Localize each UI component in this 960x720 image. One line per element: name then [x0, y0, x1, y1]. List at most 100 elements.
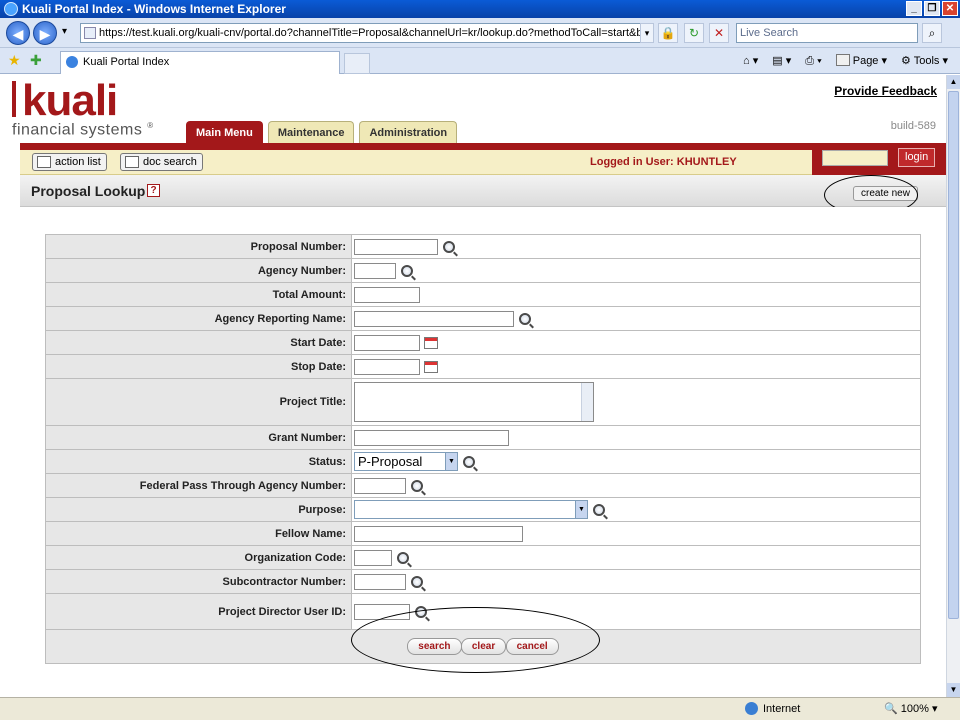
label-project-title: Project Title:	[45, 378, 352, 426]
stop-date-input[interactable]	[354, 358, 420, 375]
minimize-button[interactable]: _	[906, 1, 922, 16]
field-row-purpose: Purpose: ▼	[45, 497, 921, 522]
main-tabs: Main Menu Maintenance Administration	[186, 121, 458, 143]
grant-number-input[interactable]	[354, 429, 509, 446]
doc-search-label: doc search	[143, 156, 197, 168]
project-title-textarea[interactable]	[354, 382, 594, 422]
lookup-search-icon[interactable]	[443, 240, 455, 253]
favorites-star-icon[interactable]: ★	[8, 52, 21, 69]
logo-registered-mark: ®	[147, 121, 154, 130]
label-total-amount: Total Amount:	[45, 282, 352, 307]
cell-agency-reporting-name	[351, 306, 921, 331]
status-select[interactable]: P-Proposal ▼	[354, 452, 458, 471]
address-text: https://test.kuali.org/kuali-cnv/portal.…	[99, 27, 654, 39]
lookup-header: Proposal Lookup ? create new	[20, 175, 946, 207]
add-favorite-icon[interactable]: ✚	[30, 52, 42, 69]
agency-reporting-name-input[interactable]	[354, 310, 514, 327]
label-agency-reporting-name: Agency Reporting Name:	[45, 306, 352, 331]
cell-project-title	[351, 378, 921, 426]
refresh-icon[interactable]: ↻	[684, 23, 704, 43]
action-list-label: action list	[55, 156, 101, 168]
page-scrollbar[interactable]: ▲ ▼	[946, 75, 960, 697]
tab-main-menu[interactable]: Main Menu	[186, 121, 263, 143]
login-user-input[interactable]	[822, 150, 888, 166]
lock-icon[interactable]: 🔒	[658, 23, 678, 43]
label-agency-number: Agency Number:	[45, 258, 352, 283]
search-input[interactable]: Live Search	[736, 23, 918, 43]
history-dropdown-icon[interactable]: ▾	[62, 26, 67, 37]
user-bar: action list doc search Logged in User: K…	[20, 150, 946, 175]
window-titlebar: Kuali Portal Index - Windows Internet Ex…	[0, 0, 960, 18]
lookup-search-icon[interactable]	[411, 479, 423, 492]
tools-menu[interactable]: ⚙ Tools ▾	[901, 53, 948, 69]
lookup-search-icon[interactable]	[463, 455, 475, 468]
address-dropdown-icon[interactable]: ▾	[640, 23, 654, 43]
help-icon[interactable]: ?	[147, 184, 160, 197]
cell-stop-date	[351, 354, 921, 379]
field-row-start-date: Start Date:	[45, 330, 921, 355]
action-list-button[interactable]: action list	[32, 153, 107, 171]
address-bar-row: ◀ ▶ ▾ https://test.kuali.org/kuali-cnv/p…	[0, 18, 960, 48]
tab-maintenance[interactable]: Maintenance	[267, 121, 355, 143]
login-button[interactable]: login	[898, 148, 936, 167]
fellow-name-input[interactable]	[354, 525, 523, 542]
proposal-number-input[interactable]	[354, 238, 438, 255]
lookup-search-icon[interactable]	[401, 264, 413, 277]
window-title: Kuali Portal Index - Windows Internet Ex…	[22, 2, 286, 16]
label-fellow-name: Fellow Name:	[45, 521, 352, 546]
logo-subtitle: financial systems ®	[12, 121, 154, 139]
field-row-stop-date: Stop Date:	[45, 354, 921, 379]
scroll-down-icon[interactable]: ▼	[947, 683, 960, 697]
page-content: kuali financial systems ® Provide Feedba…	[0, 75, 946, 697]
back-button[interactable]: ◀	[6, 21, 30, 45]
new-tab-button[interactable]	[344, 53, 370, 74]
page-menu-label: Page	[852, 55, 879, 67]
scroll-up-icon[interactable]: ▲	[947, 75, 960, 89]
highlight-ellipse-actions	[351, 607, 600, 673]
maximize-button[interactable]: ❐	[924, 1, 940, 16]
tools-menu-label: Tools	[913, 55, 940, 67]
provide-feedback-link[interactable]: Provide Feedback	[834, 84, 937, 98]
status-bar: Internet 🔍 100% ▾	[0, 697, 960, 720]
organization-code-input[interactable]	[354, 549, 392, 566]
textarea-scrollbar[interactable]	[581, 383, 593, 421]
feeds-icon[interactable]: ▤ ▾	[772, 53, 791, 69]
lookup-search-icon[interactable]	[593, 503, 605, 516]
calendar-icon[interactable]	[424, 336, 438, 349]
scroll-thumb[interactable]	[948, 91, 959, 619]
federal-pass-through-input[interactable]	[354, 477, 406, 494]
tab-favicon-icon	[66, 56, 78, 68]
stop-icon[interactable]: ✕	[709, 23, 729, 43]
lookup-search-icon[interactable]	[519, 312, 531, 325]
cell-total-amount	[351, 282, 921, 307]
subcontractor-number-input[interactable]	[354, 573, 406, 590]
cell-status: P-Proposal ▼	[351, 449, 921, 474]
lookup-search-icon[interactable]	[397, 551, 409, 564]
field-row-proposal-number: Proposal Number:	[45, 234, 921, 259]
field-row-fellow-name: Fellow Name:	[45, 521, 921, 546]
start-date-input[interactable]	[354, 334, 420, 351]
cell-federal-pass-through	[351, 473, 921, 498]
agency-number-input[interactable]	[354, 262, 396, 279]
page-menu[interactable]: Page ▾	[835, 53, 887, 69]
address-field[interactable]: https://test.kuali.org/kuali-cnv/portal.…	[80, 23, 654, 43]
field-row-organization-code: Organization Code:	[45, 545, 921, 570]
purpose-select[interactable]: ▼	[354, 500, 588, 519]
browser-tab[interactable]: Kuali Portal Index	[60, 51, 340, 74]
zoom-level[interactable]: 🔍 100% ▾	[884, 702, 937, 715]
forward-button[interactable]: ▶	[33, 21, 57, 45]
doc-search-button[interactable]: doc search	[120, 153, 203, 171]
cell-organization-code	[351, 545, 921, 570]
total-amount-input[interactable]	[354, 286, 420, 303]
print-icon[interactable]: ⎙ ▾	[805, 53, 821, 69]
lookup-search-icon[interactable]	[411, 575, 423, 588]
search-icon[interactable]: ⌕	[922, 23, 942, 43]
field-row-agency-reporting-name: Agency Reporting Name:	[45, 306, 921, 331]
close-button[interactable]: ✕	[942, 1, 958, 16]
home-icon[interactable]: ⌂ ▾	[743, 53, 758, 69]
tab-administration[interactable]: Administration	[359, 121, 458, 143]
doc-search-icon	[125, 156, 139, 168]
status-select-value: P-Proposal	[358, 454, 423, 469]
window-controls: _ ❐ ✕	[906, 1, 958, 16]
calendar-icon[interactable]	[424, 360, 438, 373]
